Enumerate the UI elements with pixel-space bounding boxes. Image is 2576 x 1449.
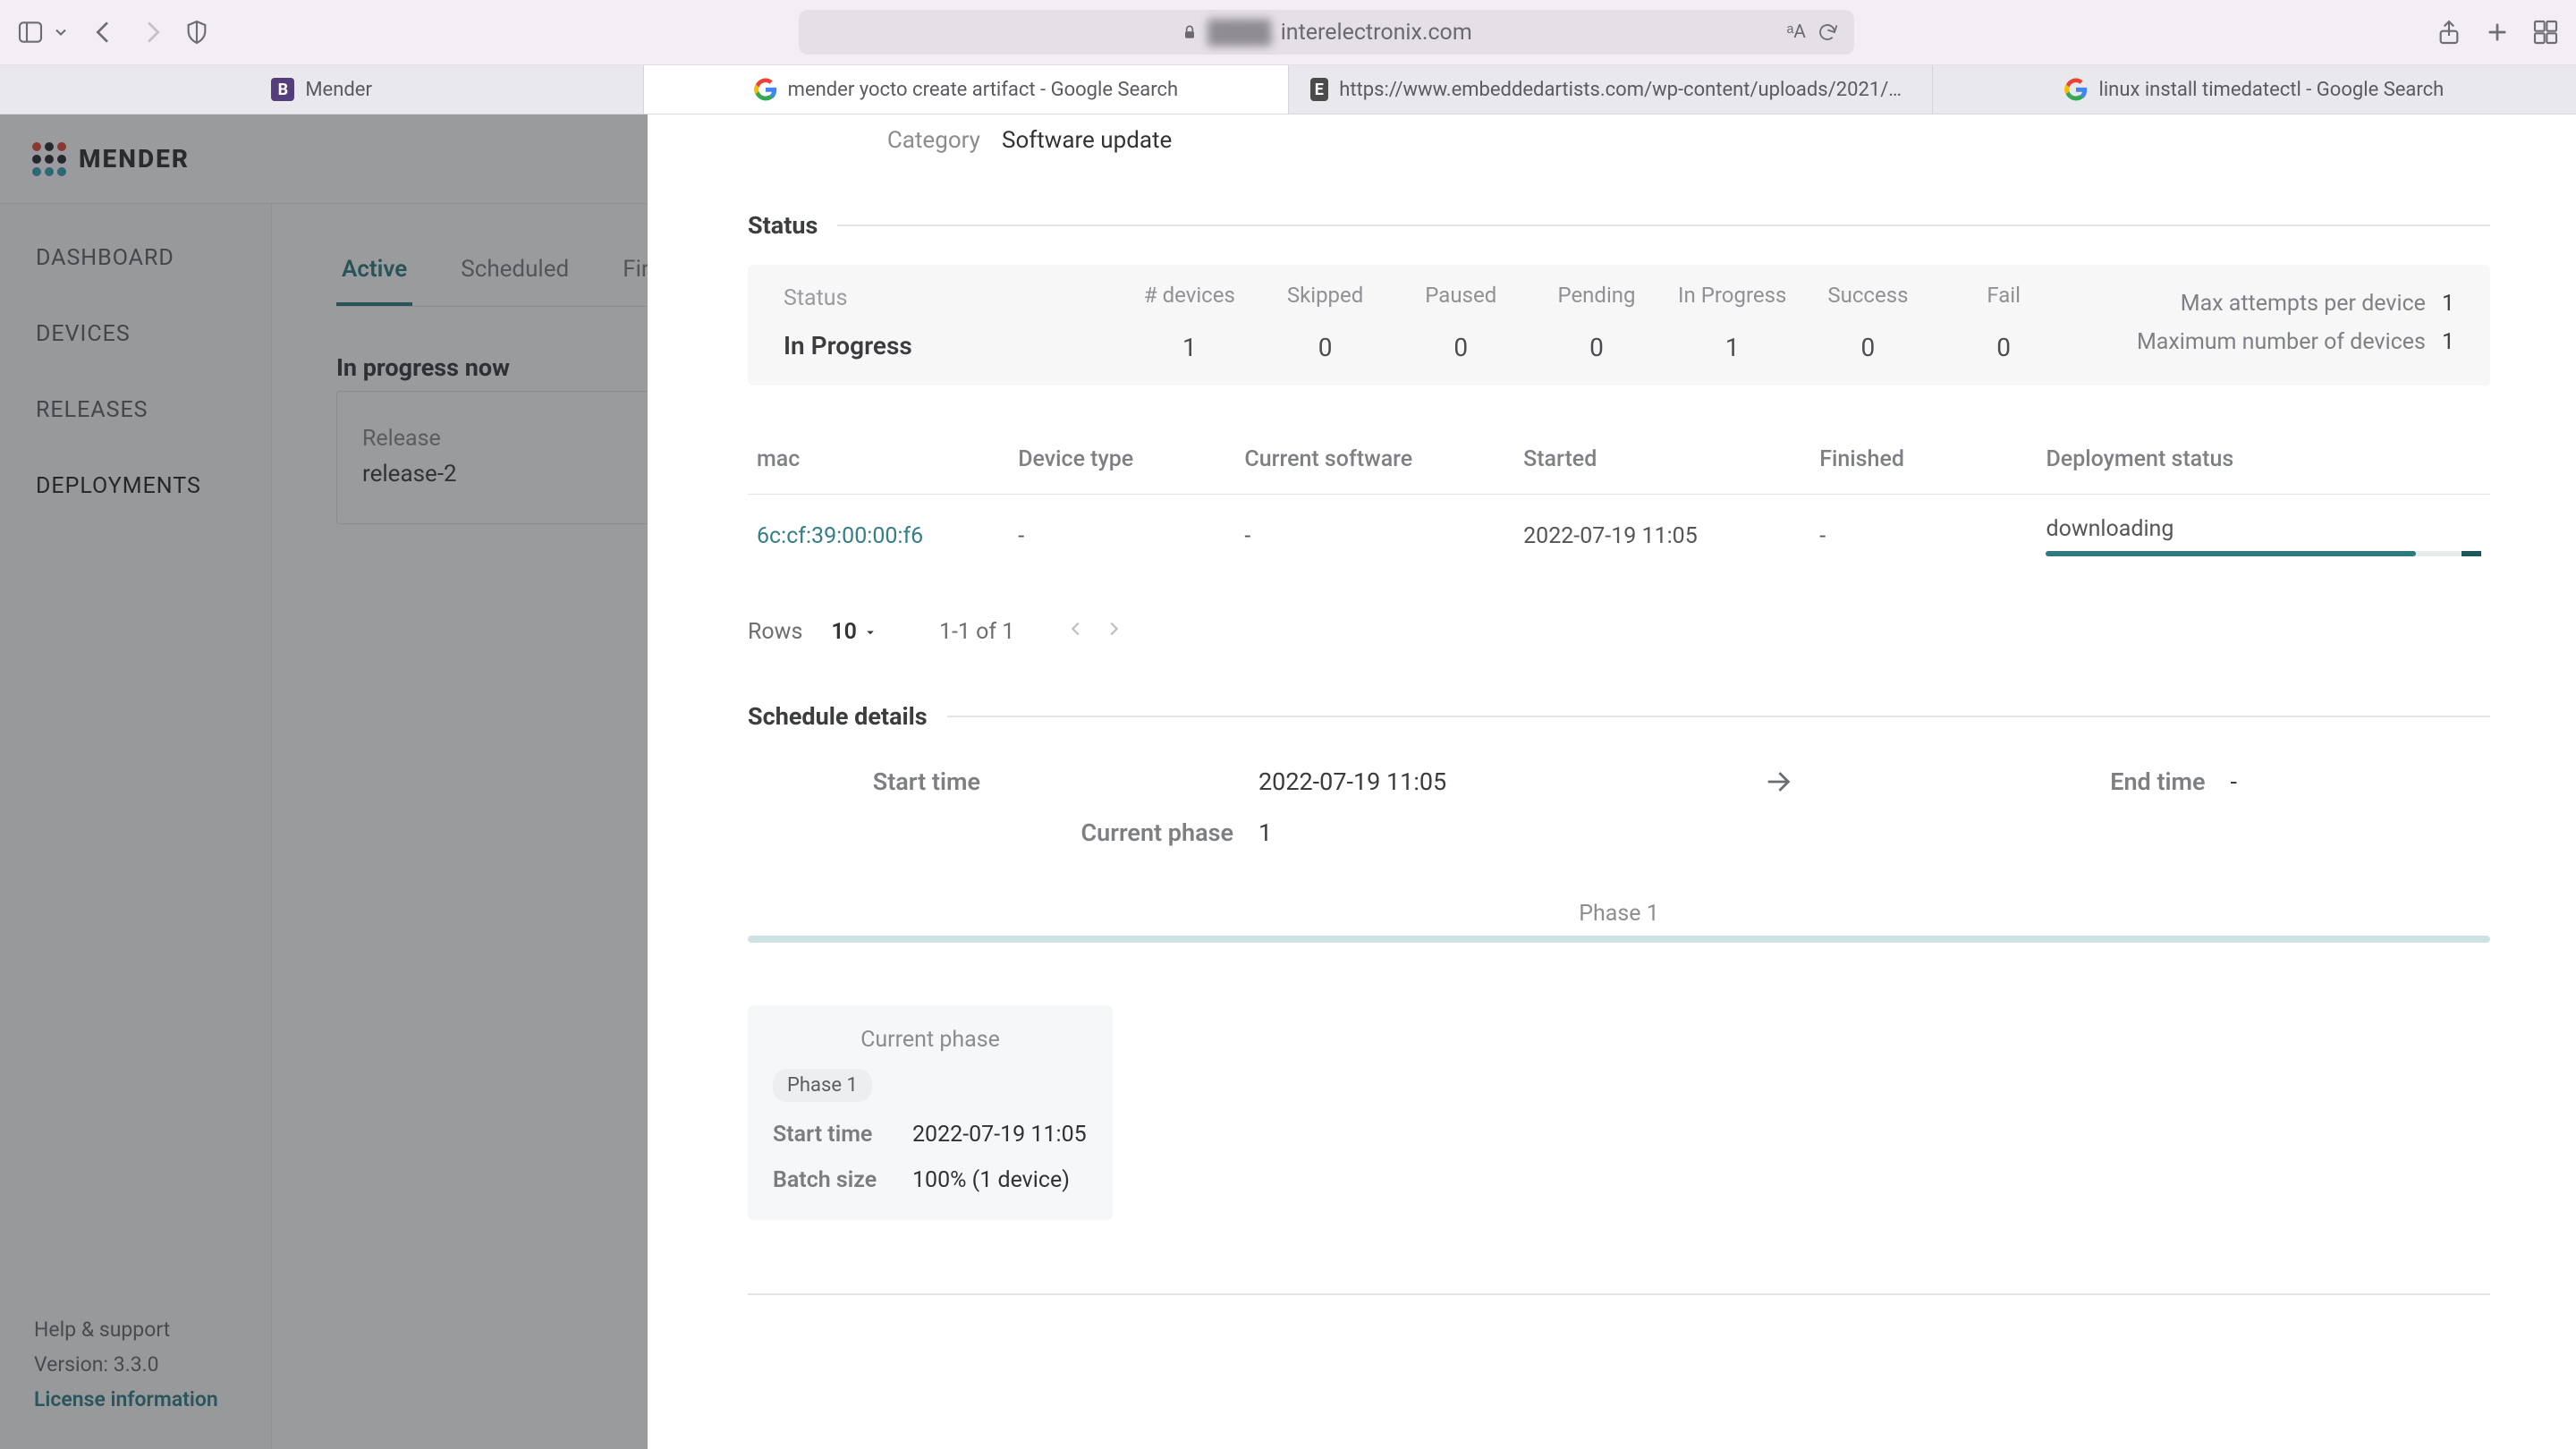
count-inprogress: 1: [1666, 333, 1799, 362]
end-time-label: End time: [1857, 767, 2205, 796]
count-devices: 1: [1123, 333, 1256, 362]
tab-mender[interactable]: B Mender: [0, 65, 644, 114]
divider: [947, 716, 2490, 717]
forward-icon[interactable]: [138, 18, 166, 47]
phase-batch-value: 100% (1 device): [912, 1167, 1070, 1193]
favicon-icon: B: [271, 78, 294, 101]
new-tab-icon[interactable]: [2483, 18, 2512, 47]
progress-bar: [2046, 551, 2481, 556]
th-current-software[interactable]: Current software: [1235, 436, 1514, 495]
tab-strip: B Mender mender yocto create artifact - …: [0, 64, 2576, 114]
chevron-down-icon[interactable]: [52, 23, 70, 41]
translate-icon[interactable]: ᵃA: [1786, 21, 1806, 43]
max-devices: Maximum number of devices1: [2137, 329, 2454, 355]
pager-range: 1-1 of 1: [939, 619, 1014, 645]
favicon-icon: [2064, 78, 2088, 101]
share-icon[interactable]: [2435, 18, 2463, 47]
tab-label: mender yocto create artifact - Google Se…: [788, 79, 1178, 101]
category-value: Software update: [1002, 127, 1172, 154]
col-paused: Paused: [1394, 283, 1527, 308]
tab-label: https://www.embeddedartists.com/wp-conte…: [1339, 79, 1911, 101]
tab-embeddedartists[interactable]: E https://www.embeddedartists.com/wp-con…: [1289, 65, 1933, 114]
current-phase-value: 1: [1258, 818, 1699, 847]
col-fail: Fail: [1937, 283, 2070, 308]
tab-google-search-2[interactable]: linux install timedatectl - Google Searc…: [1933, 65, 2576, 114]
count-success: 0: [1802, 333, 1935, 362]
current-phase-label: Current phase: [748, 818, 1233, 847]
schedule-heading: Schedule details: [748, 702, 928, 731]
cell-started: 2022-07-19 11:05: [1514, 495, 1810, 579]
count-skipped: 0: [1259, 333, 1392, 362]
deploy-status-text: downloading: [2046, 516, 2481, 542]
category-label: Category: [748, 127, 980, 154]
count-paused: 0: [1394, 333, 1527, 362]
th-mac[interactable]: mac: [748, 436, 1009, 495]
th-finished[interactable]: Finished: [1810, 436, 2037, 495]
phase-card-header: Current phase: [773, 1027, 1088, 1053]
cell-device-type: -: [1009, 495, 1235, 579]
reload-icon[interactable]: [1817, 21, 1838, 43]
browser-toolbar: ████.interelectronix.com ᵃA: [0, 0, 2576, 64]
th-started[interactable]: Started: [1514, 436, 1810, 495]
tab-google-search-1[interactable]: mender yocto create artifact - Google Se…: [644, 65, 1288, 114]
cell-mac[interactable]: 6c:cf:39:00:00:f6: [748, 495, 1009, 579]
sidebar-toggle-icon[interactable]: [16, 18, 45, 47]
favicon-icon: [754, 78, 777, 101]
col-success: Success: [1802, 283, 1935, 308]
cell-current-software: -: [1235, 495, 1514, 579]
cell-deploy-status: downloading: [2037, 495, 2490, 579]
th-deploy-status[interactable]: Deployment status: [2037, 436, 2490, 495]
th-device-type[interactable]: Device type: [1009, 436, 1235, 495]
favicon-icon: E: [1310, 78, 1329, 101]
phase-bar: [748, 936, 2490, 943]
status-value: In Progress: [784, 331, 1123, 360]
url-bar[interactable]: ████.interelectronix.com ᵃA: [799, 10, 1854, 55]
divider: [837, 225, 2490, 226]
max-attempts: Max attempts per device1: [2181, 291, 2454, 317]
shield-icon[interactable]: [182, 18, 211, 47]
start-time-value: 2022-07-19 11:05: [1258, 767, 1699, 796]
tabs-overview-icon[interactable]: [2531, 18, 2560, 47]
tab-label: linux install timedatectl - Google Searc…: [2098, 79, 2444, 101]
divider: [748, 1293, 2490, 1295]
status-card: Status In Progress # devices Skipped Pau…: [748, 265, 2490, 386]
end-time-value: -: [2231, 767, 2490, 796]
table-row[interactable]: 6c:cf:39:00:00:f6 - - 2022-07-19 11:05 -…: [748, 495, 2490, 579]
deployment-detail-sheet: Category Software update Status Status I…: [648, 114, 2576, 1449]
count-pending: 0: [1530, 333, 1663, 362]
phase-badge: Phase 1: [773, 1069, 872, 1102]
count-fail: 0: [1937, 333, 2070, 362]
arrow-right-icon: [1724, 767, 1832, 797]
chevron-down-icon: [862, 624, 878, 640]
cell-finished: -: [1810, 495, 2037, 579]
phase-card: Current phase Phase 1 Start time 2022-07…: [748, 1005, 1113, 1220]
start-time-label: Start time: [748, 767, 980, 796]
tab-label: Mender: [305, 79, 372, 101]
phase-start-value: 2022-07-19 11:05: [912, 1122, 1087, 1148]
pager-prev[interactable]: [1066, 619, 1086, 645]
col-devices: # devices: [1123, 283, 1256, 308]
col-skipped: Skipped: [1259, 283, 1392, 308]
pager-rows-label: Rows: [748, 619, 802, 645]
device-table: mac Device type Current software Started…: [748, 436, 2490, 578]
pager-next[interactable]: [1104, 619, 1123, 645]
phase-title: Phase 1: [748, 901, 2490, 927]
status-heading: Status: [748, 211, 818, 240]
lock-icon: [1181, 23, 1199, 41]
col-pending: Pending: [1530, 283, 1663, 308]
phase-start-label: Start time: [773, 1122, 894, 1148]
col-inprogress: In Progress: [1666, 283, 1799, 308]
pager-rows-select[interactable]: 10: [831, 619, 878, 645]
phase-batch-label: Batch size: [773, 1167, 894, 1193]
status-label: Status: [784, 285, 1123, 311]
back-icon[interactable]: [89, 18, 118, 47]
url-text: ████.interelectronix.com: [1208, 20, 1472, 46]
